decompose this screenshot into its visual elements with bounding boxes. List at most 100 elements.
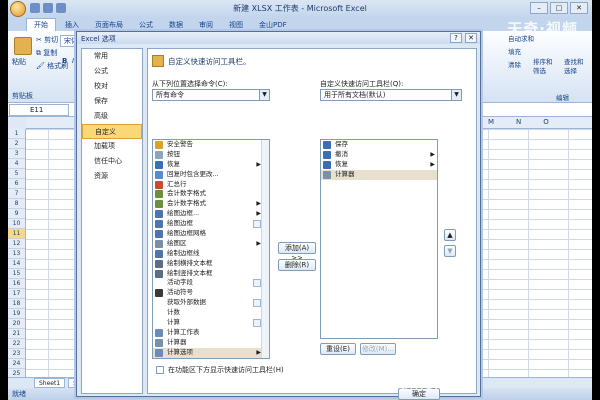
row-header[interactable]: 17 — [8, 289, 25, 299]
row-header[interactable]: 15 — [8, 269, 25, 279]
sheet-tab[interactable]: Sheet1 — [34, 378, 66, 388]
fill-button[interactable]: 填充 — [508, 48, 592, 57]
row-header[interactable]: 19 — [8, 309, 25, 319]
row-header[interactable]: 4 — [8, 159, 25, 169]
command-item[interactable]: 会计数字格式 ▶ — [153, 199, 263, 209]
nav-item[interactable]: 自定义 — [82, 124, 142, 139]
command-source-select[interactable]: 所有命令 ▼ — [152, 89, 270, 101]
nav-item[interactable]: 校对 — [82, 79, 142, 94]
undo-icon — [323, 150, 331, 159]
nav-item[interactable]: 常用 — [82, 49, 142, 64]
paste-button[interactable]: 粘贴 — [12, 57, 32, 67]
row-header[interactable]: 22 — [8, 339, 25, 349]
command-item[interactable]: 绘图边框网格 — [153, 229, 263, 239]
command-list-scrollbar[interactable] — [261, 140, 269, 358]
redo-icon — [323, 160, 331, 169]
toolbar-item[interactable]: 保存 — [321, 140, 437, 150]
row-header[interactable]: 20 — [8, 319, 25, 329]
dropdown-icon — [253, 319, 261, 328]
command-item[interactable]: 计算 — [153, 318, 263, 328]
toolbar-item-list[interactable]: 保存 撤消 ▶ 恢复 ▶ 计算器 — [320, 139, 438, 339]
row-header[interactable]: 5 — [8, 169, 25, 179]
command-item[interactable]: 绘制横排文本框 — [153, 259, 263, 269]
nav-item[interactable]: 资源 — [82, 169, 142, 184]
name-box[interactable]: E11 — [9, 103, 69, 116]
chevron-down-icon: ▼ — [259, 90, 269, 100]
row-header[interactable]: 12 — [8, 239, 25, 249]
command-item[interactable]: 获取外部数据 — [153, 298, 263, 308]
row-header[interactable]: 1 — [8, 129, 25, 139]
row-header[interactable]: 16 — [8, 279, 25, 289]
command-item[interactable]: 绘图区 ▶ — [153, 239, 263, 249]
row-header[interactable]: 6 — [8, 179, 25, 189]
row-header[interactable]: 7 — [8, 189, 25, 199]
row-header[interactable]: 9 — [8, 209, 25, 219]
row-header[interactable]: 11 — [8, 229, 25, 239]
row-header[interactable]: 13 — [8, 249, 25, 259]
row-header[interactable]: 24 — [8, 359, 25, 369]
command-item[interactable]: 活动字段 — [153, 278, 263, 288]
ribbon-tab[interactable]: 金山PDF — [252, 19, 294, 31]
row-header[interactable]: 8 — [8, 199, 25, 209]
command-item[interactable]: 安全警告 — [153, 140, 263, 150]
command-item[interactable]: 汇总行 — [153, 180, 263, 190]
command-item[interactable]: 活动符号 — [153, 288, 263, 298]
bold-button[interactable]: B — [62, 57, 67, 65]
nav-item[interactable]: 加载项 — [82, 139, 142, 154]
command-list[interactable]: 安全警告 按钮 恢复 ▶ 回复时包含更改... 汇总行 会计数字格式 会计数字格式 ▶ 绘图边框.… — [152, 139, 270, 359]
show-below-ribbon-checkbox[interactable] — [156, 366, 164, 374]
maximize-button[interactable]: □ — [550, 2, 568, 14]
command-item[interactable]: 计算工作表 — [153, 328, 263, 338]
modify-button[interactable]: 修改(M)... — [360, 343, 396, 355]
move-up-button[interactable]: ▲ — [444, 229, 456, 241]
sort-filter-button[interactable]: 排序和 筛选 — [533, 58, 553, 76]
command-item[interactable]: 回复时包含更改... — [153, 170, 263, 180]
ribbon-tab[interactable]: 页面布局 — [88, 19, 130, 31]
command-item[interactable]: 绘图边框 — [153, 219, 263, 229]
reset-button[interactable]: 重设(E) — [320, 343, 356, 355]
toolbar-item[interactable]: 撤消 ▶ — [321, 150, 437, 160]
toolbar-item[interactable]: 恢复 ▶ — [321, 160, 437, 170]
column-header[interactable]: O — [543, 118, 549, 126]
command-item[interactable]: 绘制边框线 — [153, 249, 263, 259]
row-header[interactable]: 14 — [8, 259, 25, 269]
ribbon-tab[interactable]: 数据 — [162, 19, 190, 31]
command-item[interactable]: 计算选项 ▶ — [153, 347, 263, 358]
row-header[interactable]: 23 — [8, 349, 25, 359]
nav-item[interactable]: 保存 — [82, 94, 142, 109]
column-header[interactable]: N — [516, 118, 521, 126]
dialog-close-button[interactable]: ✕ — [465, 33, 477, 43]
nav-item[interactable]: 信任中心 — [82, 154, 142, 169]
toolbar-scope-select[interactable]: 用于所有文档(默认) ▼ — [320, 89, 462, 101]
minimize-button[interactable]: – — [530, 2, 548, 14]
ribbon-tab[interactable]: 插入 — [58, 19, 86, 31]
toolbar-item[interactable]: 计算器 — [321, 169, 437, 180]
command-item[interactable]: 恢复 ▶ — [153, 160, 263, 170]
command-item[interactable]: 绘图边框... ▶ — [153, 209, 263, 219]
row-header[interactable]: 3 — [8, 149, 25, 159]
help-button[interactable]: ? — [450, 33, 462, 43]
row-header[interactable]: 10 — [8, 219, 25, 229]
ribbon-tab[interactable]: 审阅 — [192, 19, 220, 31]
add-button[interactable]: 添加(A) >> — [278, 242, 316, 262]
nav-item[interactable]: 公式 — [82, 64, 142, 79]
remove-button[interactable]: 删除(R) — [278, 259, 316, 271]
italic-button[interactable]: I — [72, 57, 74, 65]
close-button[interactable]: ✕ — [570, 2, 588, 14]
command-item[interactable]: 计数 — [153, 308, 263, 318]
command-item[interactable]: 按钮 — [153, 150, 263, 160]
ribbon-tab[interactable]: 开始 — [26, 18, 56, 31]
paste-icon[interactable] — [14, 37, 32, 55]
ribbon-tab[interactable]: 视图 — [222, 19, 250, 31]
row-header[interactable]: 21 — [8, 329, 25, 339]
row-header[interactable]: 18 — [8, 299, 25, 309]
ribbon-tab[interactable]: 公式 — [132, 19, 160, 31]
row-header[interactable]: 2 — [8, 139, 25, 149]
command-item[interactable]: 会计数字格式 — [153, 189, 263, 199]
find-select-button[interactable]: 查找和 选择 — [564, 58, 584, 76]
nav-item[interactable]: 高级 — [82, 109, 142, 124]
move-down-button[interactable]: ▼ — [444, 245, 456, 257]
command-item[interactable]: 绘制竖排文本框 — [153, 269, 263, 279]
column-header[interactable]: M — [488, 118, 494, 126]
command-item[interactable]: 计算器 — [153, 338, 263, 348]
